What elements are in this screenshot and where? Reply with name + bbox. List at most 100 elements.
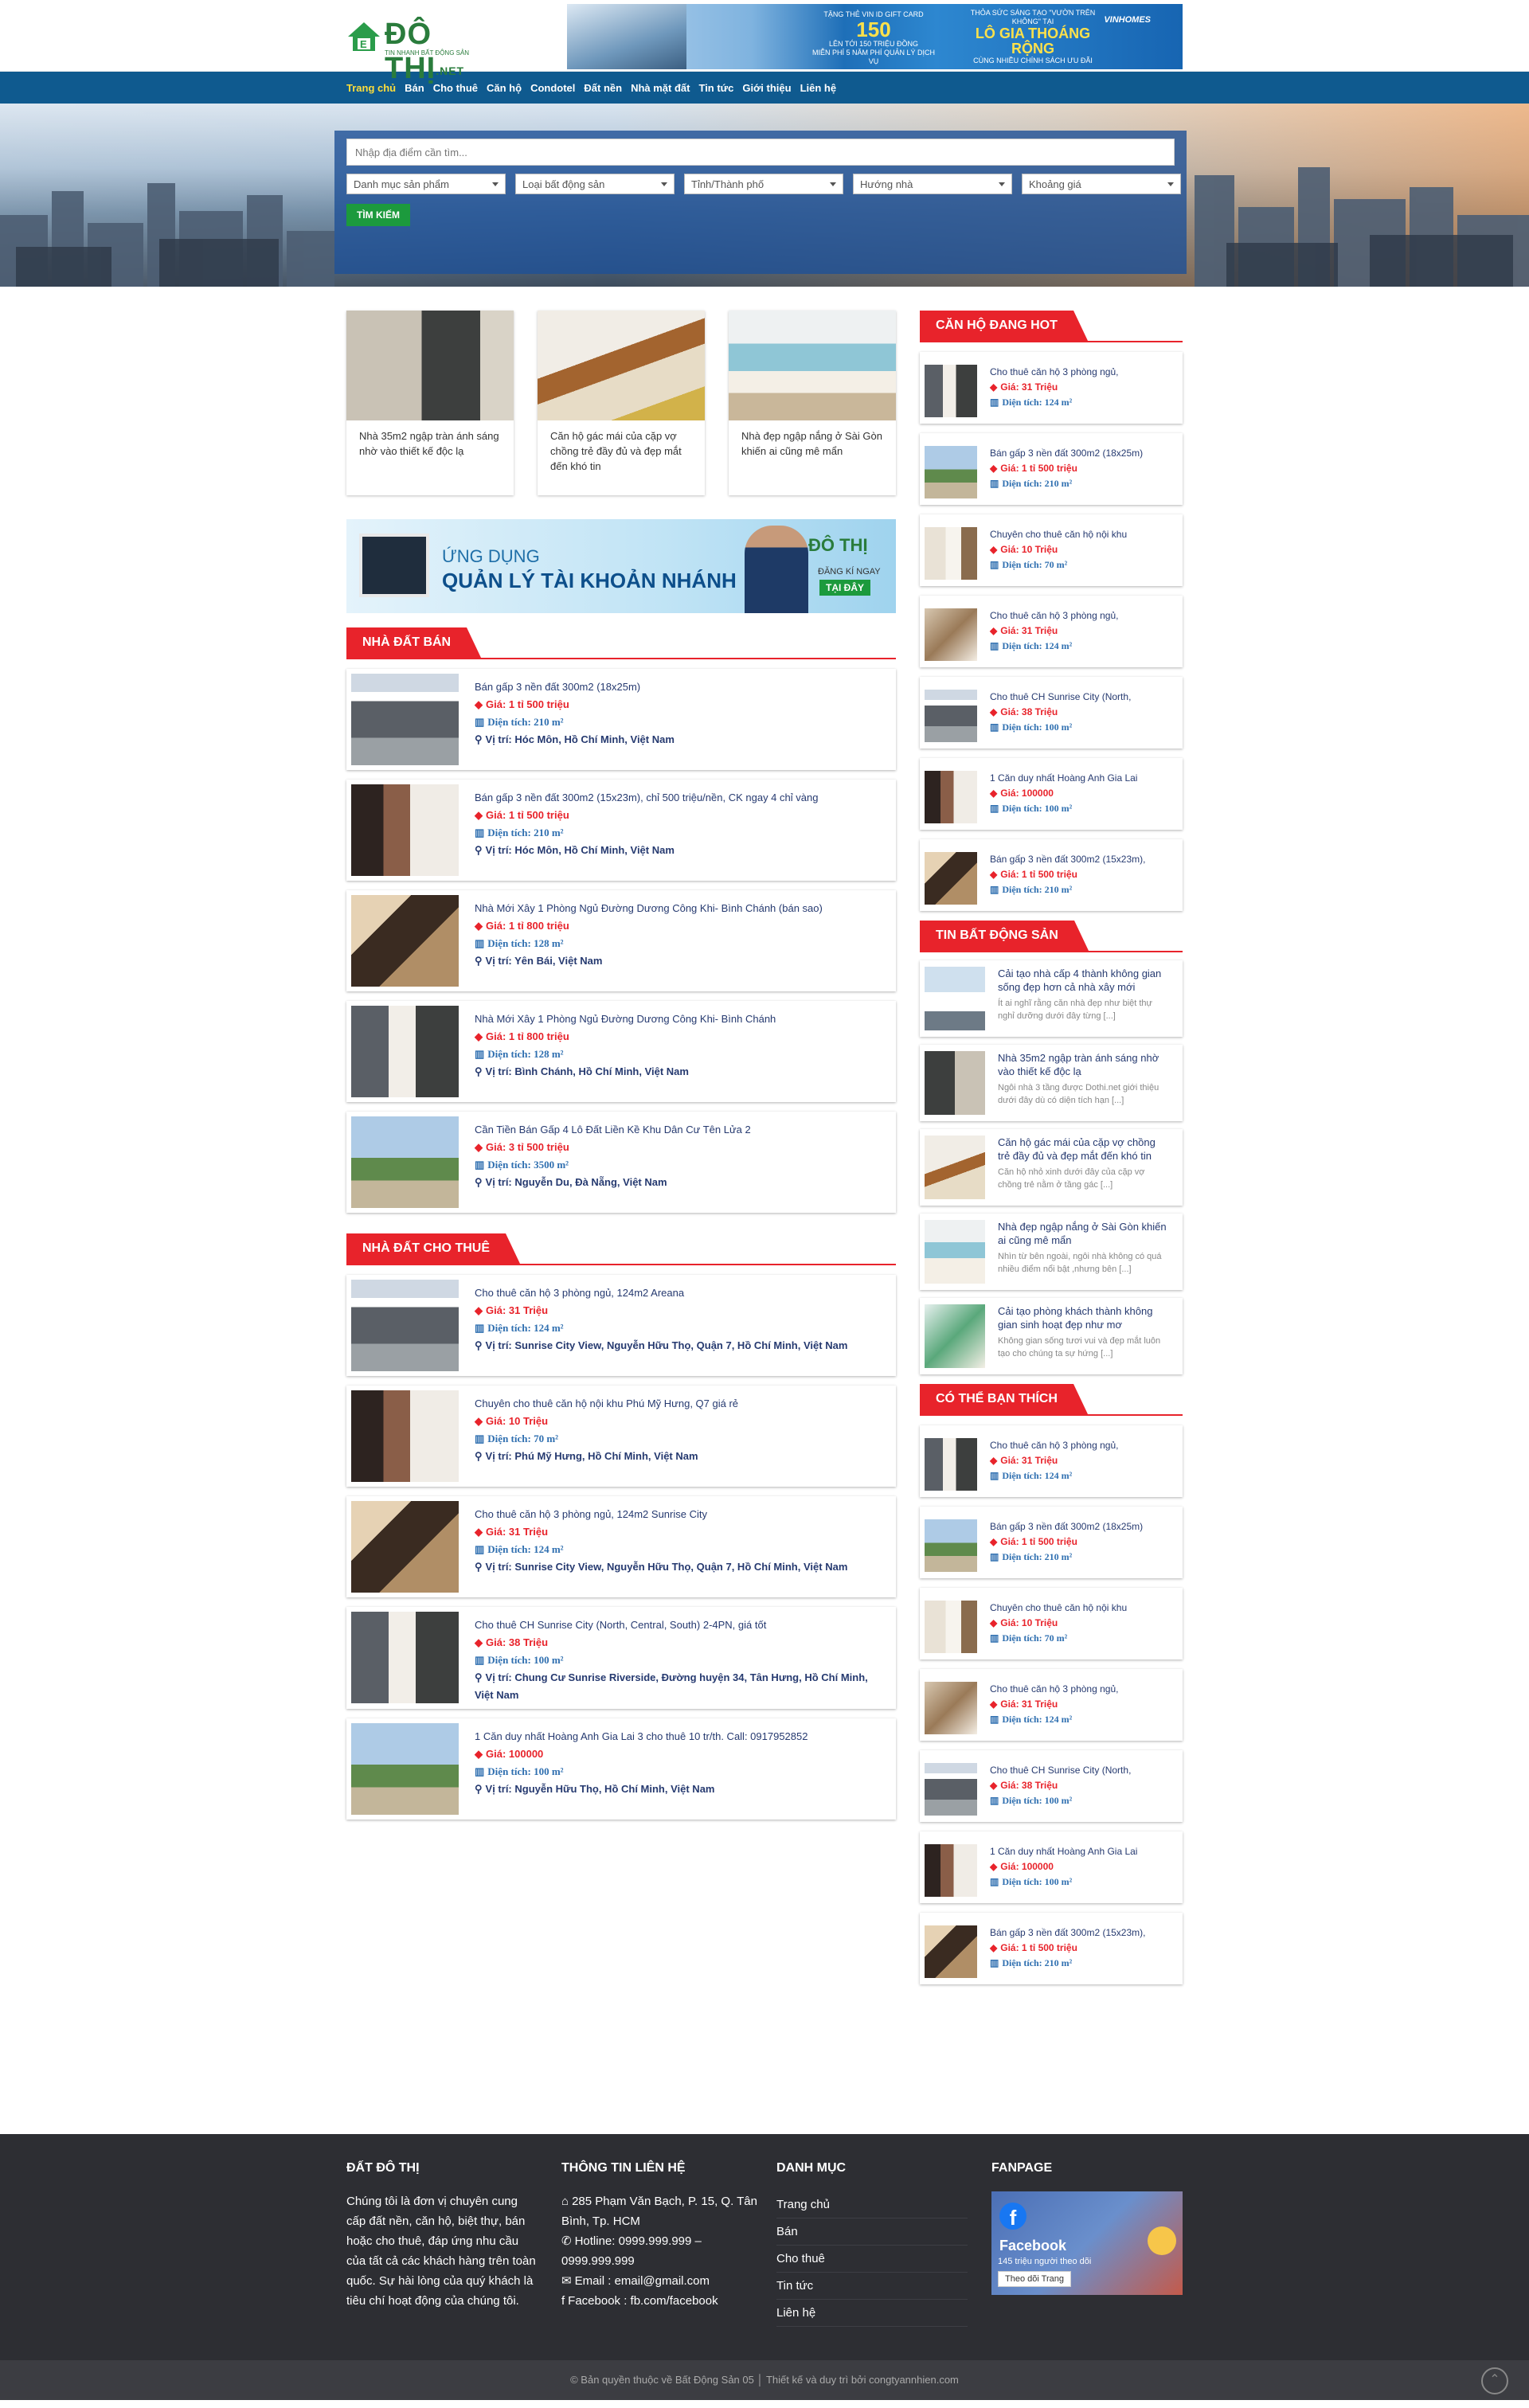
listing-title[interactable]: Cho thuê căn hộ 3 phòng ngủ, 124m2 Arean… (475, 1284, 847, 1302)
listing-card[interactable]: Cho thuê căn hộ 3 phòng ngủ, 124m2 Sunri… (346, 1496, 896, 1597)
nav-item-sale[interactable]: Bán (405, 82, 424, 94)
nav-item-news[interactable]: Tin tức (698, 82, 733, 94)
footer-link-news[interactable]: Tin tức (776, 2273, 968, 2300)
site-logo[interactable]: E ĐÔ THỊ.NET TIN NHANH BẤT ĐỘNG SẢN (346, 18, 514, 85)
listing-card[interactable]: Cho thuê căn hộ 3 phòng ngủ, ◆ Giá: 31 Tri… (920, 596, 1183, 667)
listing-title[interactable]: Bán gấp 3 nền đất 300m2 (15x23m), (990, 1925, 1145, 1941)
listing-title[interactable]: Bán gấp 3 nền đất 300m2 (15x23m), (990, 852, 1145, 867)
listing-title[interactable]: 1 Căn duy nhất Hoàng Anh Gia Lai (990, 1844, 1137, 1859)
listing-title[interactable]: Bán gấp 3 nền đất 300m2 (15x23m), chỉ 50… (475, 789, 818, 807)
nav-item-contact[interactable]: Liên hệ (800, 82, 837, 94)
news-title[interactable]: Nhà 35m2 ngập tràn ánh sáng nhờ vào thiế… (998, 1051, 1170, 1078)
price-range-select[interactable]: Khoảng giá (1022, 174, 1181, 194)
location-search-input[interactable] (346, 139, 1175, 166)
listing-title[interactable]: Cho thuê căn hộ 3 phòng ngủ, (990, 365, 1118, 380)
listing-card[interactable]: Chuyên cho thuê căn hộ nội khu Phú Mỹ Hư… (346, 1386, 896, 1487)
listing-title[interactable]: Cho thuê CH Sunrise City (North, (990, 1763, 1131, 1778)
news-title[interactable]: Căn hộ gác mái của cặp vợ chồng trẻ đầy … (998, 1136, 1170, 1163)
listing-card[interactable]: Cho thuê căn hộ 3 phòng ngủ, ◆ Giá: 31 Tri… (920, 1425, 1183, 1497)
listing-card[interactable]: Bán gấp 3 nền đất 300m2 (15x23m), ◆ Giá: 1… (920, 839, 1183, 911)
listing-card[interactable]: Cho thuê CH Sunrise City (North, ◆ Giá: 38… (920, 677, 1183, 749)
listing-card[interactable]: Cho thuê căn hộ 3 phòng ngủ, ◆ Giá: 31 Tri… (920, 1669, 1183, 1741)
listing-info: Bán gấp 3 nền đất 300m2 (15x23m), ◆ Giá: 1… (977, 852, 1145, 898)
listing-card[interactable]: Bán gấp 3 nền đất 300m2 (18x25m) ◆ Giá: 1 … (920, 433, 1183, 505)
footer-email[interactable]: ✉ Email : email@gmail.com (561, 2271, 761, 2291)
footer-facebook[interactable]: f Facebook : fb.com/facebook (561, 2291, 761, 2311)
listing-title[interactable]: Chuyên cho thuê căn hộ nội khu (990, 527, 1127, 542)
nav-item-apartment[interactable]: Căn hộ (487, 82, 522, 94)
footer-link-home[interactable]: Trang chủ (776, 2191, 968, 2218)
listing-price: ◆ Giá: 3 tỉ 500 triệu (475, 1139, 751, 1156)
listing-title[interactable]: Cho thuê căn hộ 3 phòng ngủ, 124m2 Sunri… (475, 1506, 847, 1523)
footer-link-sale[interactable]: Bán (776, 2218, 968, 2246)
listing-title[interactable]: Cho thuê căn hộ 3 phòng ngủ, (990, 1438, 1118, 1453)
news-card[interactable]: Căn hộ gác mái của cặp vợ chồng trẻ đầy … (920, 1129, 1183, 1206)
featured-card[interactable]: Nhà 35m2 ngập tràn ánh sáng nhờ vào thiế… (346, 311, 514, 495)
nav-item-about[interactable]: Giới thiệu (742, 82, 791, 94)
listing-title[interactable]: Bán gấp 3 nền đất 300m2 (18x25m) (475, 678, 675, 696)
listing-card[interactable]: 1 Căn duy nhất Hoàng Anh Gia Lai 3 cho t… (346, 1718, 896, 1820)
listing-title[interactable]: Nhà Mới Xây 1 Phòng Ngủ Đường Dương Công… (475, 1010, 776, 1028)
search-button[interactable]: TÌM KIẾM (346, 204, 410, 226)
listing-title[interactable]: Nhà Mới Xây 1 Phòng Ngủ Đường Dương Công… (475, 900, 823, 917)
listing-card[interactable]: Chuyên cho thuê căn hộ nội khu ◆ Giá: 10 T… (920, 514, 1183, 586)
listing-card[interactable]: Bán gấp 3 nền đất 300m2 (15x23m), ◆ Giá: 1… (920, 1913, 1183, 1984)
listing-card[interactable]: Cho thuê CH Sunrise City (North, Central… (346, 1607, 896, 1709)
listing-thumbnail (351, 1612, 459, 1703)
nav-item-home[interactable]: Trang chủ (346, 82, 396, 94)
news-card[interactable]: Cải tạo phòng khách thành không gian sin… (920, 1298, 1183, 1374)
news-card[interactable]: Cải tạo nhà cấp 4 thành không gian sống … (920, 960, 1183, 1037)
nav-item-condotel[interactable]: Condotel (530, 82, 575, 94)
listing-info: Chuyên cho thuê căn hộ nội khu ◆ Giá: 10 T… (977, 1601, 1127, 1647)
follow-page-button[interactable]: Theo dõi Trang (998, 2271, 1071, 2287)
listing-card[interactable]: 1 Căn duy nhất Hoàng Anh Gia Lai ◆ Giá: 10… (920, 758, 1183, 830)
listing-card[interactable]: Cho thuê căn hộ 3 phòng ngủ, ◆ Giá: 31 Tri… (920, 352, 1183, 424)
listing-card[interactable]: Cho thuê căn hộ 3 phòng ngủ, 124m2 Arean… (346, 1275, 896, 1376)
listing-title[interactable]: Cho thuê căn hộ 3 phòng ngủ, (990, 1682, 1118, 1697)
app-banner-cta[interactable]: TẠI ĐÂY (819, 580, 870, 596)
news-title[interactable]: Nhà đẹp ngập nắng ở Sài Gòn khiến ai cũn… (998, 1220, 1170, 1247)
news-card[interactable]: Nhà 35m2 ngập tràn ánh sáng nhờ vào thiế… (920, 1045, 1183, 1121)
nav-item-land[interactable]: Đất nền (584, 82, 622, 94)
footer-link-rent[interactable]: Cho thuê (776, 2246, 968, 2273)
listing-title[interactable]: Cho thuê CH Sunrise City (North, (990, 690, 1131, 705)
map-marker-icon: ⚲ (475, 1671, 483, 1683)
category-select[interactable]: Danh mục sản phẩm (346, 174, 506, 194)
listing-card[interactable]: Nhà Mới Xây 1 Phòng Ngủ Đường Dương Công… (346, 890, 896, 991)
news-thumbnail (925, 967, 985, 1030)
listing-card[interactable]: Bán gấp 3 nền đất 300m2 (18x25m) ◆ Giá: 1 … (346, 669, 896, 770)
province-select[interactable]: Tỉnh/Thành phố (684, 174, 843, 194)
listing-card[interactable]: 1 Căn duy nhất Hoàng Anh Gia Lai ◆ Giá: 10… (920, 1831, 1183, 1903)
listing-title[interactable]: Cần Tiền Bán Gấp 4 Lô Đất Liền Kề Khu Dâ… (475, 1121, 751, 1139)
top-ad-banner[interactable]: TẶNG THẺ VIN ID GIFT CARD 150 LÊN TỚI 15… (567, 4, 1183, 69)
direction-select[interactable]: Hướng nhà (853, 174, 1012, 194)
news-card[interactable]: Nhà đẹp ngập nắng ở Sài Gòn khiến ai cũn… (920, 1214, 1183, 1290)
nav-item-house[interactable]: Nhà mặt đất (631, 82, 690, 94)
app-promo-banner[interactable]: ỨNG DỤNG QUẢN LÝ TÀI KHOẢN NHÁNH ĐÔ THỊ … (346, 519, 896, 613)
listing-card[interactable]: Chuyên cho thuê căn hộ nội khu ◆ Giá: 10 T… (920, 1588, 1183, 1659)
footer-link-contact[interactable]: Liên hệ (776, 2300, 968, 2327)
listing-title[interactable]: Cho thuê căn hộ 3 phòng ngủ, (990, 608, 1118, 624)
property-type-select[interactable]: Loại bất động sản (515, 174, 675, 194)
listing-title[interactable]: Bán gấp 3 nền đất 300m2 (18x25m) (990, 1519, 1143, 1534)
listing-title[interactable]: 1 Căn duy nhất Hoàng Anh Gia Lai 3 cho t… (475, 1728, 808, 1745)
nav-item-rent[interactable]: Cho thuê (433, 82, 478, 94)
listing-title[interactable]: Cho thuê CH Sunrise City (North, Central… (475, 1616, 878, 1634)
back-to-top-icon[interactable]: ⌃ (1481, 2367, 1508, 2394)
listing-title[interactable]: Chuyên cho thuê căn hộ nội khu Phú Mỹ Hư… (475, 1395, 738, 1413)
listing-card[interactable]: Nhà Mới Xây 1 Phòng Ngủ Đường Dương Công… (346, 1001, 896, 1102)
listing-area: ▥ Diện tích: 100 m² (990, 1793, 1131, 1808)
facebook-page-widget[interactable]: f Facebook 145 triệu người theo dõi Theo… (991, 2191, 1183, 2295)
listing-thumbnail (925, 527, 977, 580)
listing-card[interactable]: Cho thuê CH Sunrise City (North, ◆ Giá: 38… (920, 1750, 1183, 1822)
listing-title[interactable]: Chuyên cho thuê căn hộ nội khu (990, 1601, 1127, 1616)
featured-card[interactable]: Nhà đẹp ngập nắng ở Sài Gòn khiến ai cũn… (729, 311, 896, 495)
news-title[interactable]: Cải tạo nhà cấp 4 thành không gian sống … (998, 967, 1170, 994)
listing-card[interactable]: Cần Tiền Bán Gấp 4 Lô Đất Liền Kề Khu Dâ… (346, 1112, 896, 1213)
listing-title[interactable]: 1 Căn duy nhất Hoàng Anh Gia Lai (990, 771, 1137, 786)
featured-card[interactable]: Căn hộ gác mái của cặp vợ chồng trẻ đầy … (538, 311, 705, 495)
listing-card[interactable]: Bán gấp 3 nền đất 300m2 (18x25m) ◆ Giá: 1 … (920, 1507, 1183, 1578)
listing-card[interactable]: Bán gấp 3 nền đất 300m2 (15x23m), chỉ 50… (346, 780, 896, 881)
listing-title[interactable]: Bán gấp 3 nền đất 300m2 (18x25m) (990, 446, 1143, 461)
news-title[interactable]: Cải tạo phòng khách thành không gian sin… (998, 1304, 1170, 1331)
